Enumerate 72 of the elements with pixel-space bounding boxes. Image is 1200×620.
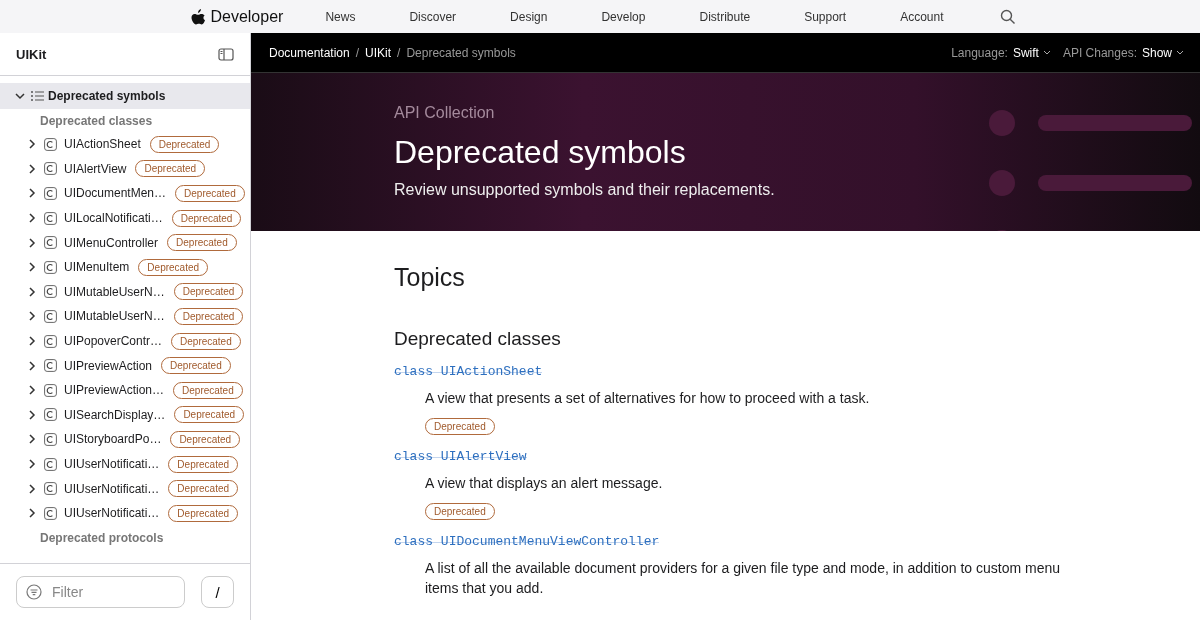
sidebar-item[interactable]: UIMutableUserN…	[64, 309, 165, 324]
nav-link[interactable]: News	[325, 9, 356, 24]
class-icon	[44, 383, 57, 397]
developer-logo[interactable]: Developer	[187, 7, 284, 26]
eyebrow-label: API Collection	[394, 104, 496, 123]
sidebar-item[interactable]: UIMenuItem	[64, 260, 130, 275]
search-icon	[999, 9, 1015, 24]
page-title: Deprecated symbols	[394, 134, 687, 172]
class-icon	[44, 408, 57, 422]
option-dropdown[interactable]: Show	[1141, 45, 1184, 60]
class-icon	[44, 359, 57, 373]
nav-link[interactable]: Account	[900, 9, 944, 24]
sidebar-toggle-button[interactable]	[216, 45, 236, 63]
sidebar-item[interactable]: UIPreviewAction	[64, 358, 153, 373]
symbol-description: A view that displays an alert message.	[425, 474, 664, 493]
class-icon	[44, 432, 57, 446]
sidebar-item[interactable]: Deprecated symbols	[0, 83, 250, 109]
filter-input[interactable]: Filter	[50, 583, 160, 601]
section-heading: Deprecated classes	[39, 113, 154, 130]
section-heading: Deprecated protocols	[39, 529, 165, 547]
filter-field[interactable]: Filter	[16, 576, 185, 608]
sidebar-title: UIKit	[16, 46, 47, 62]
option-label: Language:	[951, 45, 1008, 60]
shortcut-key-button[interactable]: /	[201, 576, 234, 608]
option-dropdown[interactable]: Swift	[1012, 45, 1051, 60]
sidebar-item[interactable]: UIMutableUserN…	[64, 284, 165, 299]
class-icon	[44, 482, 57, 496]
nav-link[interactable]: Support	[804, 9, 847, 24]
class-icon	[44, 137, 57, 151]
breadcrumb-link[interactable]: Documentation	[269, 45, 350, 60]
chevron-icon	[14, 90, 26, 102]
nav-link[interactable]: Design	[510, 9, 548, 24]
sidebar-item[interactable]: UIStoryboardPo…	[64, 432, 162, 447]
sidebar-item[interactable]: UIUserNotificati…	[64, 481, 160, 496]
option-label: API Changes:	[1062, 45, 1137, 60]
chevron-icon	[1042, 49, 1051, 57]
symbol-description: A list of all the available document providers for a given file type and mode, in addition to custom menu items that you add.	[425, 559, 1062, 598]
class-icon	[44, 334, 57, 348]
sidebar-item[interactable]: UIMenuController	[64, 235, 159, 250]
nav-link[interactable]: Distribute	[699, 9, 751, 24]
sidebar-item[interactable]: UILocalNotificati…	[64, 211, 163, 226]
class-icon	[44, 285, 57, 299]
section-title: Topics	[394, 263, 466, 292]
chevron-icon	[1176, 49, 1184, 57]
page-abstract: Review unsupported symbols and their replacements.	[394, 181, 775, 200]
class-icon	[44, 309, 57, 323]
nav-link[interactable]: Discover	[409, 9, 457, 24]
class-icon	[44, 211, 57, 225]
sidebar-item[interactable]: UIPreviewAction…	[64, 383, 165, 398]
sidebar-item[interactable]: UIPopoverContr…	[64, 334, 163, 349]
class-icon	[44, 506, 57, 520]
filter-icon	[26, 584, 42, 600]
class-icon	[44, 260, 57, 274]
sidebar-item[interactable]: UIUserNotificati…	[64, 506, 160, 521]
breadcrumb-link[interactable]: UIKit	[365, 45, 392, 60]
group-heading: Deprecated classes	[394, 328, 562, 350]
breadcrumb-separator: /	[355, 45, 360, 60]
class-icon	[44, 162, 57, 176]
sidebar-item[interactable]: UIAlertView	[64, 161, 127, 176]
breadcrumb-separator: /	[397, 45, 401, 60]
sidebar-item[interactable]: UIUserNotificati…	[64, 457, 160, 471]
class-icon	[44, 236, 57, 250]
class-icon	[44, 187, 57, 200]
class-icon	[44, 457, 57, 471]
sidebar-item[interactable]: UIActionSheet	[64, 137, 141, 152]
symbol-description: A view that presents a set of alternatives for how to proceed with a task.	[425, 389, 871, 408]
sidebar-item[interactable]: UIDocumentMen…	[64, 186, 167, 201]
sidebar-item[interactable]: UISearchDisplay…	[64, 407, 166, 422]
nav-link[interactable]: Develop	[601, 9, 646, 24]
breadcrumb-link[interactable]: Deprecated symbols	[406, 45, 516, 60]
sidebar-icon	[218, 47, 234, 61]
list-icon	[30, 90, 44, 102]
